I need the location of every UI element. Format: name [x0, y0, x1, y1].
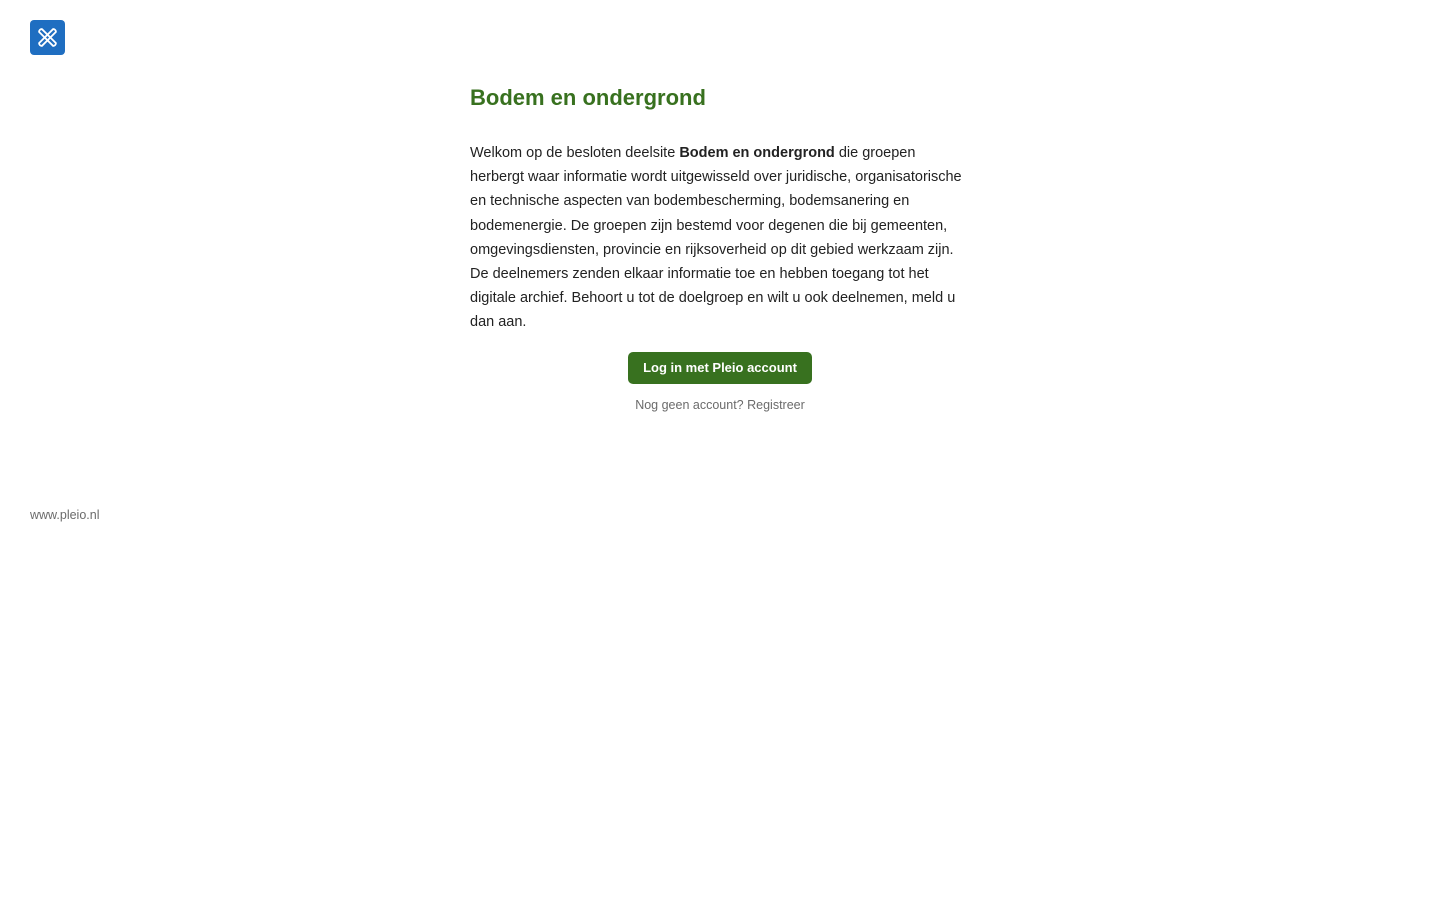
intro-text-start: Welkom op de besloten deelsite — [470, 145, 680, 161]
page: Bodem en ondergrond Welkom op de beslote… — [0, 0, 1440, 900]
main-content: Bodem en ondergrond Welkom op de beslote… — [470, 82, 970, 414]
intro-text-rest: die groepen herbergt waar informatie wor… — [470, 145, 962, 331]
pleio-logo-glyph — [38, 28, 57, 47]
footer-pleio-link[interactable]: www.pleio.nl — [30, 506, 99, 524]
login-button[interactable]: Log in met Pleio account — [628, 351, 812, 384]
intro-site-name: Bodem en ondergrond — [679, 145, 835, 161]
register-link[interactable]: Registreer — [747, 398, 805, 412]
pleio-logo-icon[interactable] — [30, 20, 65, 55]
no-account-text: Nog geen account? — [635, 397, 744, 412]
page-title: Bodem en ondergrond — [470, 85, 706, 110]
login-actions: Log in met Pleio account Nog geen accoun… — [470, 351, 970, 414]
register-line: Nog geen account? Registreer — [470, 396, 970, 414]
intro-text: Welkom op de besloten deelsite Bodem en … — [470, 141, 970, 335]
